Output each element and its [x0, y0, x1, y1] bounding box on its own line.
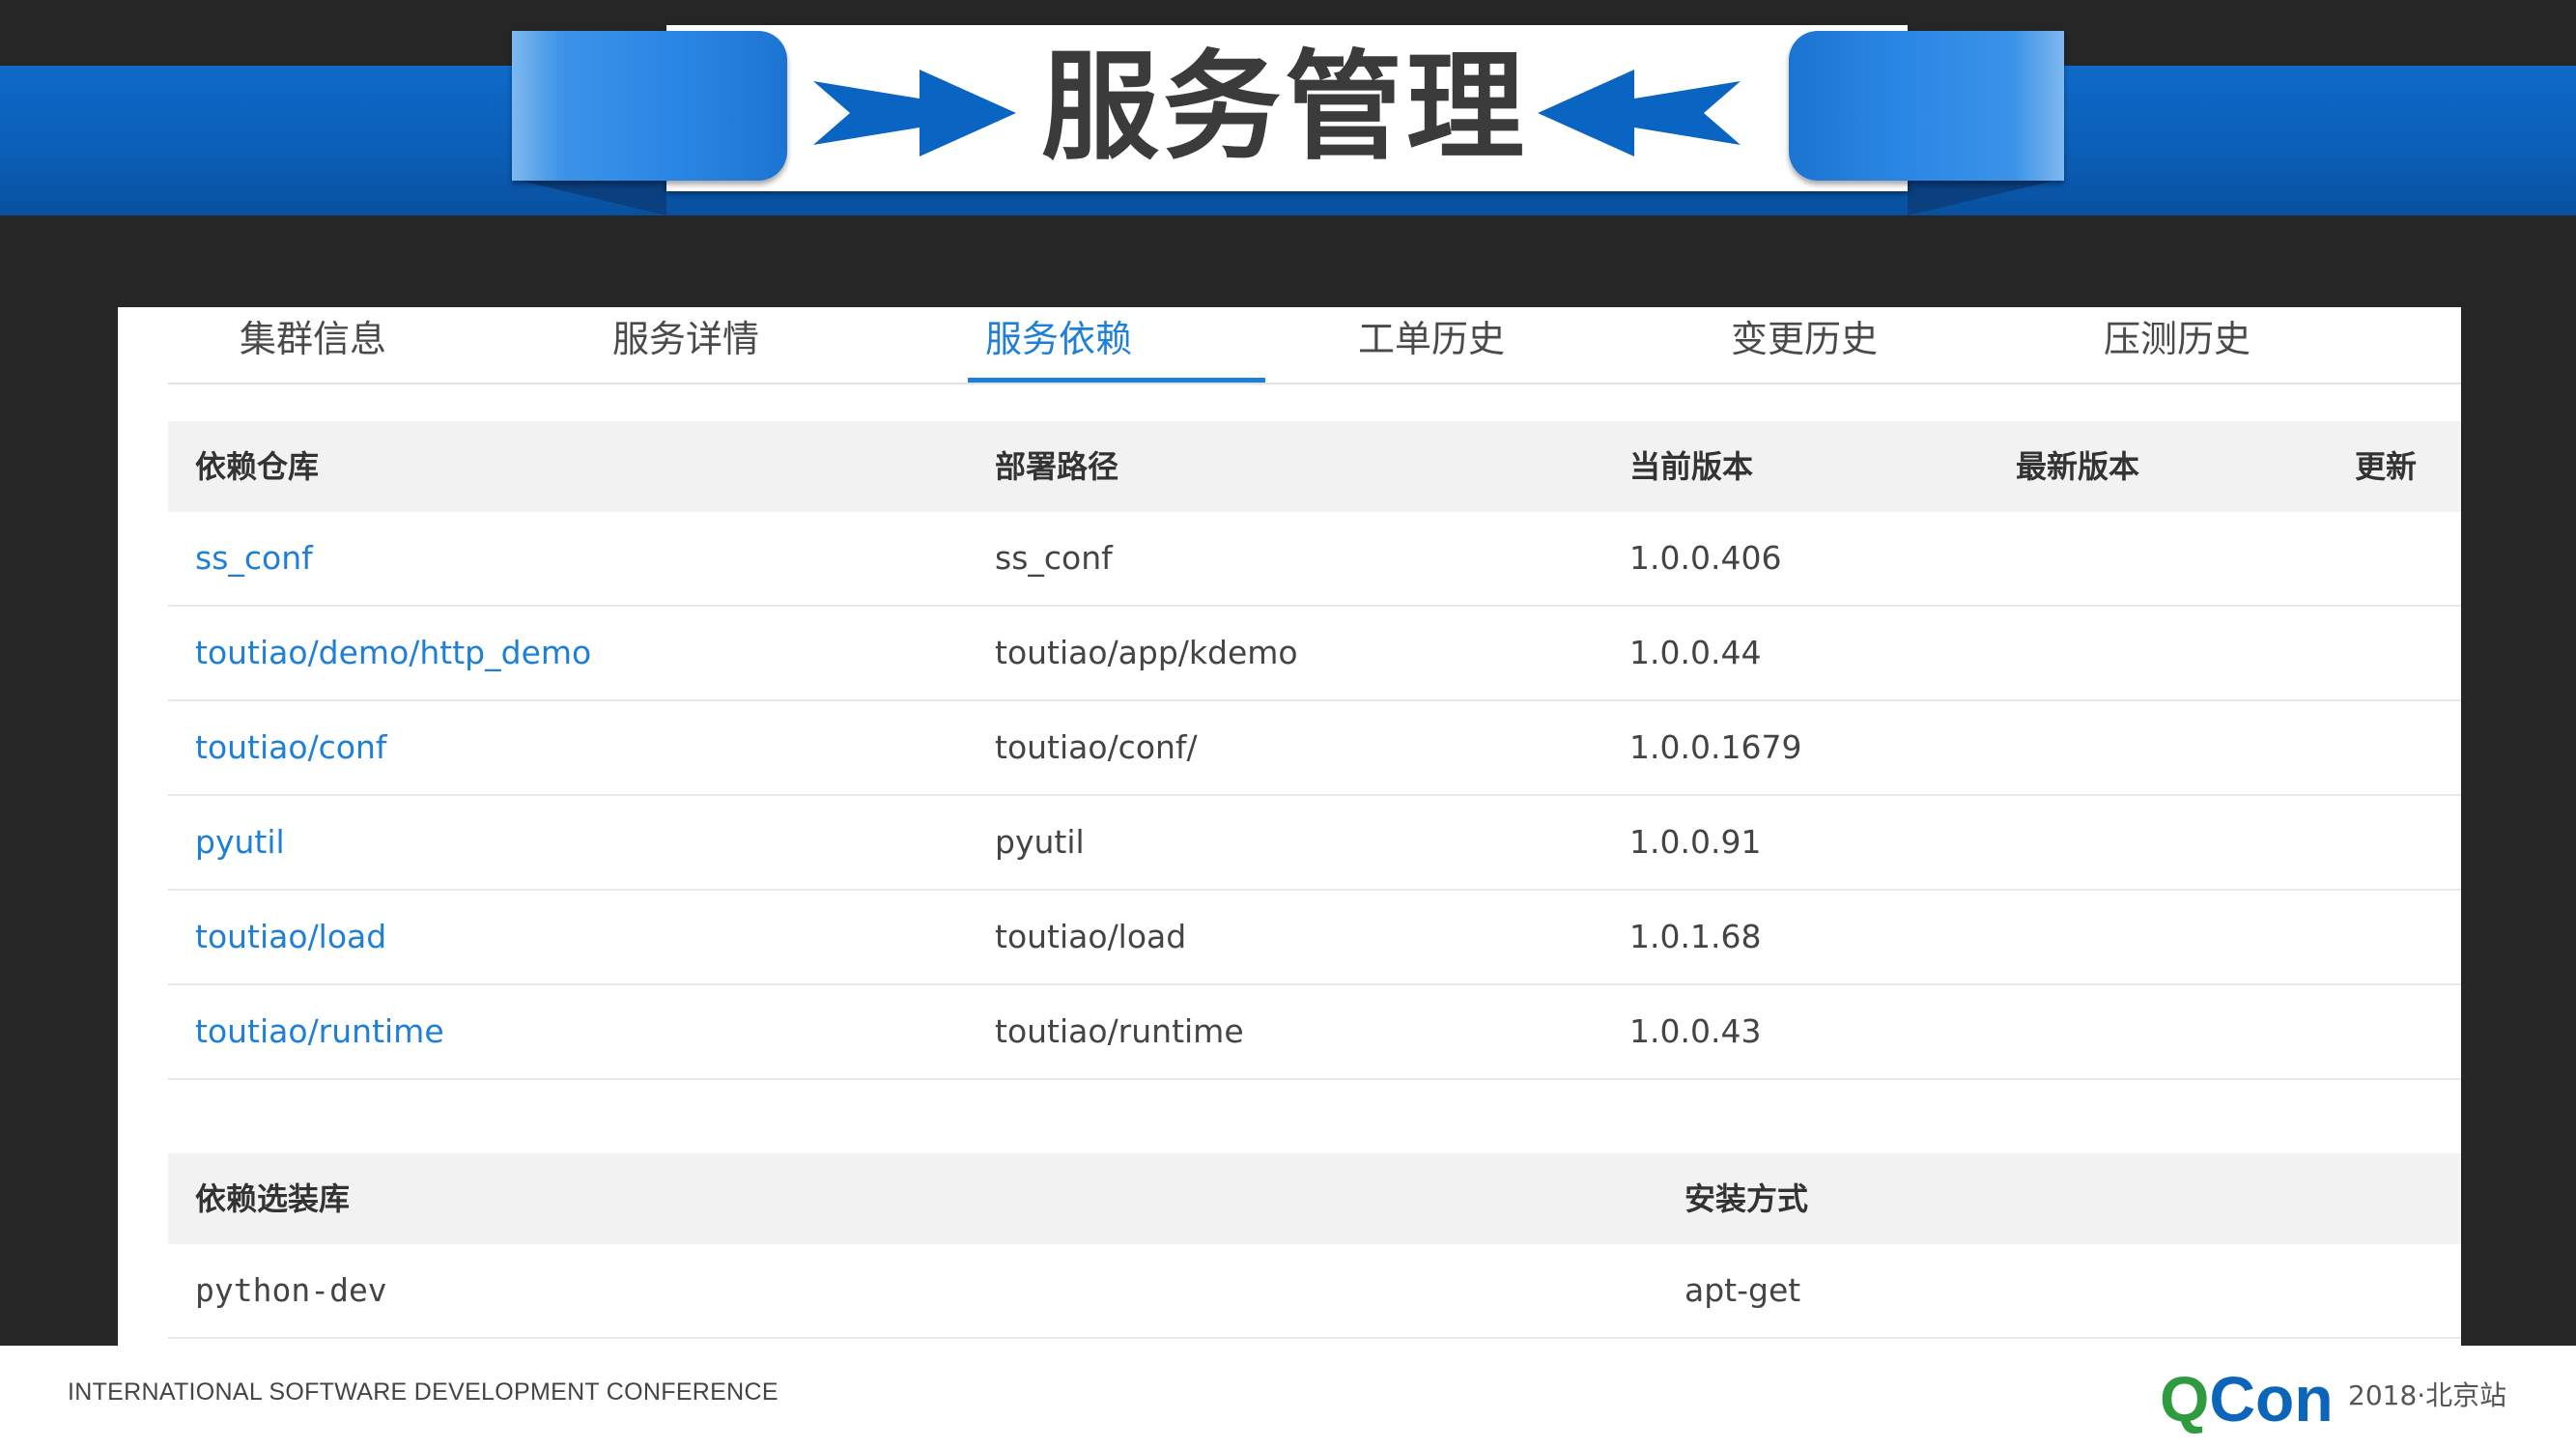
- column-header-latest-version: 最新版本: [2016, 448, 2140, 485]
- table-row: toutiao/demo/http_demo toutiao/app/kdemo…: [168, 607, 2461, 701]
- current-version: 1.0.0.44: [1629, 634, 1762, 671]
- deploy-path: toutiao/app/kdemo: [995, 634, 1298, 671]
- qcon-logo-con: Con: [2209, 1363, 2334, 1435]
- dependency-table: 依赖仓库 部署路径 当前版本 最新版本 更新 ss_conf ss_conf 1…: [168, 421, 2461, 1080]
- tab-change-history[interactable]: 变更历史: [1688, 307, 1920, 383]
- column-header-update: 更新: [2355, 448, 2418, 485]
- deploy-path: toutiao/conf/: [995, 728, 1198, 766]
- current-version: 1.0.0.1679: [1629, 728, 1802, 766]
- tab-service-dependencies[interactable]: 服务依赖: [943, 307, 1175, 383]
- tab-cluster-info[interactable]: 集群信息: [197, 307, 429, 383]
- repo-link[interactable]: toutiao/runtime: [195, 985, 444, 1078]
- repo-link[interactable]: toutiao/conf: [195, 701, 387, 794]
- table-row: python-dev apt-get: [168, 1244, 2461, 1339]
- table-row: toutiao/conf toutiao/conf/ 1.0.0.1679: [168, 701, 2461, 796]
- qcon-logo: QCon: [2160, 1365, 2334, 1433]
- tab-ticket-history[interactable]: 工单历史: [1316, 307, 1547, 383]
- slide-footer: INTERNATIONAL SOFTWARE DEVELOPMENT CONFE…: [0, 1346, 2576, 1449]
- deploy-path: toutiao/runtime: [995, 1012, 1244, 1050]
- conference-edition: 2018·北京站: [2348, 1379, 2507, 1411]
- repo-link[interactable]: toutiao/demo/http_demo: [195, 607, 591, 699]
- ribbon-tab-right: [1789, 31, 2064, 181]
- column-header-path: 部署路径: [995, 448, 1119, 485]
- service-panel: 集群信息 服务详情 服务依赖 工单历史 变更历史 压测历史 依赖仓库 部署路径 …: [118, 307, 2461, 1346]
- deploy-path: pyutil: [995, 823, 1085, 861]
- table-header: 依赖仓库 部署路径 当前版本 最新版本 更新: [168, 421, 2461, 512]
- tab-load-test-history[interactable]: 压测历史: [2061, 307, 2293, 383]
- repo-link[interactable]: ss_conf: [195, 512, 313, 605]
- ribbon-tab-left: [512, 31, 787, 181]
- tab-service-details[interactable]: 服务详情: [570, 307, 802, 383]
- current-version: 1.0.0.43: [1629, 1012, 1762, 1050]
- table-row: ss_conf ss_conf 1.0.0.406: [168, 512, 2461, 607]
- deploy-path: ss_conf: [995, 539, 1113, 577]
- current-version: 1.0.0.406: [1629, 539, 1782, 577]
- install-method: apt-get: [1684, 1271, 1801, 1309]
- package-name: python-dev: [195, 1271, 387, 1309]
- table-row: toutiao/runtime toutiao/runtime 1.0.0.43: [168, 985, 2461, 1080]
- column-header-optional-package: 依赖选装库: [195, 1180, 351, 1217]
- current-version: 1.0.0.91: [1629, 823, 1762, 861]
- deploy-path: toutiao/load: [995, 918, 1187, 955]
- table-row: pyutil pyutil 1.0.0.91: [168, 796, 2461, 891]
- qcon-logo-q: Q: [2160, 1363, 2210, 1435]
- page-title: 服务管理: [1041, 39, 1528, 176]
- repo-link[interactable]: toutiao/load: [195, 891, 386, 983]
- column-header-repo: 依赖仓库: [195, 448, 320, 485]
- ribbon-fold-right: [1908, 179, 2062, 215]
- column-header-install-method: 安装方式: [1684, 1180, 1809, 1217]
- repo-link[interactable]: pyutil: [195, 796, 285, 889]
- conference-name: INTERNATIONAL SOFTWARE DEVELOPMENT CONFE…: [68, 1378, 778, 1406]
- table-row: toutiao/load toutiao/load 1.0.1.68: [168, 891, 2461, 985]
- ribbon-fold-left: [512, 179, 666, 215]
- current-version: 1.0.1.68: [1629, 918, 1762, 955]
- active-tab-indicator: [968, 378, 1265, 383]
- column-header-current-version: 当前版本: [1629, 448, 1754, 485]
- optional-packages-table: 依赖选装库 安装方式 python-dev apt-get: [168, 1153, 2461, 1339]
- tab-bar: 集群信息 服务详情 服务依赖 工单历史 变更历史 压测历史: [168, 307, 2461, 384]
- table-header: 依赖选装库 安装方式: [168, 1153, 2461, 1244]
